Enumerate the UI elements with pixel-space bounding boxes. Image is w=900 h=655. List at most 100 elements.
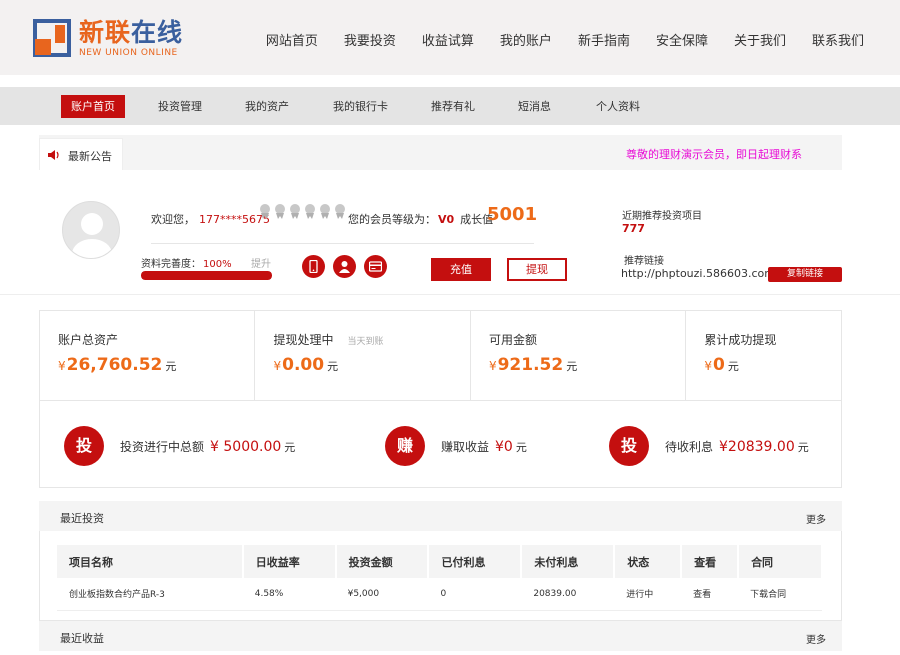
more-link[interactable]: 更多 xyxy=(806,511,826,526)
stat-label: 累计成功提现 xyxy=(704,333,777,347)
table-row: 创业板指数合约产品R-3 4.58% ¥5,000 0 20839.00 进行中… xyxy=(57,578,822,611)
cell-paid-interest: 0 xyxy=(428,578,522,611)
avatar[interactable] xyxy=(62,201,120,259)
section-title: 最近投资 xyxy=(60,512,104,525)
copy-link-button[interactable]: 复制链接 xyxy=(768,267,842,282)
level-value: V0 xyxy=(438,213,455,226)
stat-value: ¥0 元 xyxy=(704,355,739,375)
earning-label: 待收利息 ¥20839.00 元 xyxy=(665,439,809,455)
completeness-progress-bar xyxy=(141,271,272,280)
growth-value: 5001 xyxy=(487,204,538,225)
nav-contact[interactable]: 联系我们 xyxy=(812,30,864,49)
column-header: 投资金额 xyxy=(335,545,430,578)
medal-icon xyxy=(320,204,330,219)
column-header: 查看 xyxy=(681,545,740,578)
identity-verify-button[interactable] xyxy=(333,255,356,278)
user-silhouette-icon xyxy=(72,213,112,258)
notice-bar: 最新公告 尊敬的理财演示会员，即日起理财系 xyxy=(39,135,842,170)
recent-investments-header: 最近投资 更多 xyxy=(39,501,842,531)
view-link[interactable]: 查看 xyxy=(681,578,739,611)
cell-status: 进行中 xyxy=(614,578,682,611)
earning-label: 投资进行中总额 ¥ 5000.00 元 xyxy=(120,439,296,455)
user-icon xyxy=(339,261,350,273)
profile-completeness: 资料完善度： 100% xyxy=(141,259,232,270)
notice-message[interactable]: 尊敬的理财演示会员，即日起理财系 xyxy=(626,146,802,162)
welcome-text: 欢迎您， 177****5675 xyxy=(151,213,270,226)
cell-daily-rate: 4.58% xyxy=(242,578,336,611)
earning-value: ¥ 5000.00 元 xyxy=(210,439,296,455)
nav-beginner-guide[interactable]: 新手指南 xyxy=(578,30,630,49)
earning-pending-interest: 投 待收利息 ¥20839.00 元 xyxy=(609,426,829,466)
cell-project-name[interactable]: 创业板指数合约产品R-3 xyxy=(57,578,243,611)
notice-label: 最新公告 xyxy=(68,150,112,163)
earnings-summary: 投 投资进行中总额 ¥ 5000.00 元 赚 赚取收益 ¥0 元 投 待收利息 ¥208… xyxy=(39,400,842,488)
nav-home[interactable]: 网站首页 xyxy=(266,30,318,49)
stat-value: ¥921.52 元 xyxy=(488,355,578,375)
cell-unpaid-interest: 20839.00 xyxy=(521,578,615,611)
level-medals xyxy=(258,203,348,219)
medal-icon xyxy=(290,204,300,219)
promote-link[interactable]: 提升 xyxy=(251,255,271,270)
recommended-project-value[interactable]: 777 xyxy=(622,222,645,235)
invest-badge-icon: 投 xyxy=(609,426,649,466)
withdraw-button[interactable]: 提现 xyxy=(507,258,567,281)
recommended-project-label: 近期推荐投资项目 xyxy=(622,211,702,222)
more-link[interactable]: 更多 xyxy=(806,631,826,646)
logo-text-cn: 新联在线 xyxy=(79,18,184,47)
stat-sub: 当天到账 xyxy=(347,337,384,347)
subnav-my-assets[interactable]: 我的资产 xyxy=(245,95,289,118)
recent-investments-table: 项目名称 日收益率 投资金额 已付利息 未付利息 状态 查看 合同 创业板指数合… xyxy=(57,545,823,611)
stat-value: ¥0.00 元 xyxy=(273,355,339,375)
stat-total-withdrawn: 累计成功提现 ¥0 元 xyxy=(686,311,841,400)
account-stats: 账户总资产 ¥26,760.52 元 提现处理中 当天到账 ¥0.00 元 可用金额 … xyxy=(39,310,842,400)
column-header: 状态 xyxy=(614,545,683,578)
subnav-investment-management[interactable]: 投资管理 xyxy=(158,95,202,118)
stat-total-assets: 账户总资产 ¥26,760.52 元 xyxy=(40,311,256,400)
medal-icon xyxy=(335,204,345,219)
site-logo[interactable]: 新联在线 NEW UNION ONLINE xyxy=(33,19,183,59)
phone-verify-button[interactable] xyxy=(302,255,325,278)
subnav-account-home[interactable]: 账户首页 xyxy=(61,95,125,118)
earning-income: 赚 赚取收益 ¥0 元 xyxy=(385,426,585,466)
column-header: 合同 xyxy=(738,545,823,578)
nav-about[interactable]: 关于我们 xyxy=(734,30,786,49)
download-contract-link[interactable]: 下载合同 xyxy=(738,578,822,611)
medal-icon xyxy=(260,204,270,219)
column-header: 已付利息 xyxy=(428,545,523,578)
nav-invest[interactable]: 我要投资 xyxy=(344,30,396,49)
account-subnav: 账户首页 投资管理 我的资产 我的银行卡 推荐有礼 短消息 个人资料 xyxy=(0,87,900,125)
table-header-row: 项目名称 日收益率 投资金额 已付利息 未付利息 状态 查看 合同 xyxy=(57,545,823,578)
site-header: 新联在线 NEW UNION ONLINE 网站首页 我要投资 收益试算 我的账… xyxy=(0,0,900,75)
subnav-messages[interactable]: 短消息 xyxy=(518,95,551,118)
earning-value: ¥0 元 xyxy=(495,439,527,455)
earning-investing-total: 投 投资进行中总额 ¥ 5000.00 元 xyxy=(64,426,314,466)
earn-badge-icon: 赚 xyxy=(385,426,425,466)
medal-icon xyxy=(275,204,285,219)
recharge-button[interactable]: 充值 xyxy=(431,258,491,281)
main-nav: 网站首页 我要投资 收益试算 我的账户 新手指南 安全保障 关于我们 联系我们 xyxy=(240,30,864,49)
stat-available-balance: 可用金额 ¥921.52 元 xyxy=(471,311,687,400)
invest-badge-icon: 投 xyxy=(64,426,104,466)
profile-panel: 欢迎您， 177****5675 您的会员等级为： V0 成长值 5001 资料完善度… xyxy=(0,185,900,295)
logo-text-en: NEW UNION ONLINE xyxy=(79,48,178,58)
stat-label: 提现处理中 当天到账 xyxy=(273,333,384,347)
stat-label: 可用金额 xyxy=(488,333,537,347)
subnav-profile[interactable]: 个人资料 xyxy=(596,95,640,118)
column-header: 项目名称 xyxy=(57,545,244,578)
nav-security[interactable]: 安全保障 xyxy=(656,30,708,49)
bankcard-verify-button[interactable] xyxy=(364,255,387,278)
divider xyxy=(151,243,534,244)
speaker-icon xyxy=(48,150,59,160)
bank-card-icon xyxy=(369,261,382,272)
subnav-referral[interactable]: 推荐有礼 xyxy=(431,95,475,118)
notice-tab[interactable]: 最新公告 xyxy=(39,138,123,170)
referral-link-label: 推荐链接 xyxy=(624,256,664,267)
progress-fill xyxy=(141,271,272,280)
medal-icon xyxy=(305,204,315,219)
earning-label: 赚取收益 ¥0 元 xyxy=(441,439,527,455)
referral-link[interactable]: http://phptouzi.586603.com... xyxy=(621,267,785,280)
subnav-bank-cards[interactable]: 我的银行卡 xyxy=(333,95,388,118)
mobile-phone-icon xyxy=(309,260,318,273)
nav-calculator[interactable]: 收益试算 xyxy=(422,30,474,49)
nav-my-account[interactable]: 我的账户 xyxy=(500,30,552,49)
